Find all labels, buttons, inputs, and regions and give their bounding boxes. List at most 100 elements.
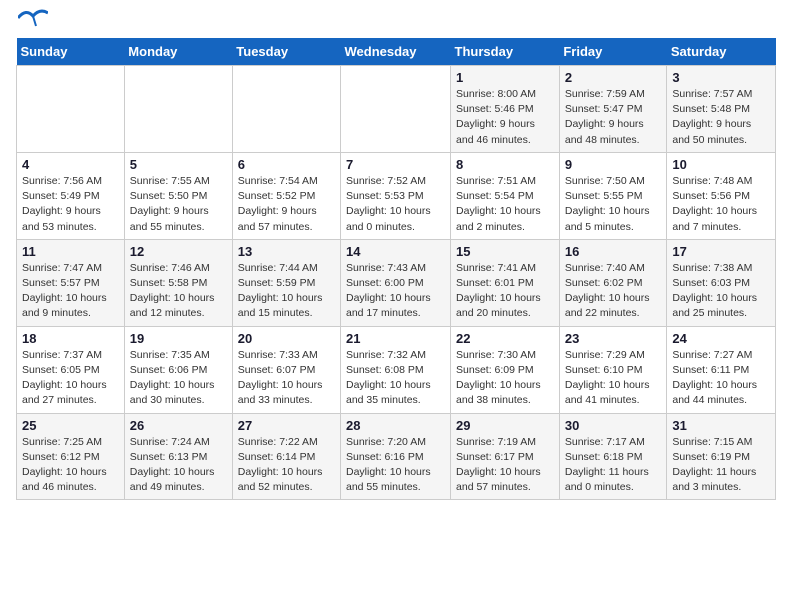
day-number: 10: [672, 157, 770, 172]
day-number: 25: [22, 418, 119, 433]
day-info: Sunrise: 7:57 AMSunset: 5:48 PMDaylight:…: [672, 87, 770, 148]
logo: [16, 16, 48, 28]
calendar-cell: 2 Sunrise: 7:59 AMSunset: 5:47 PMDaylight…: [559, 66, 667, 153]
calendar-table: SundayMondayTuesdayWednesdayThursdayFrid…: [16, 38, 776, 500]
calendar-week-1: 1 Sunrise: 8:00 AMSunset: 5:46 PMDaylight…: [17, 66, 776, 153]
day-number: 6: [238, 157, 335, 172]
day-number: 8: [456, 157, 554, 172]
day-number: 4: [22, 157, 119, 172]
day-number: 24: [672, 331, 770, 346]
day-info: Sunrise: 7:50 AMSunset: 5:55 PMDaylight:…: [565, 174, 662, 235]
day-info: Sunrise: 7:24 AMSunset: 6:13 PMDaylight:…: [130, 435, 227, 496]
calendar-cell: 5Sunrise: 7:55 AMSunset: 5:50 PMDaylight…: [124, 152, 232, 239]
day-info: Sunrise: 7:40 AMSunset: 6:02 PMDaylight:…: [565, 261, 662, 322]
day-info: Sunrise: 7:59 AMSunset: 5:47 PMDaylight:…: [565, 87, 662, 148]
day-info: Sunrise: 7:51 AMSunset: 5:54 PMDaylight:…: [456, 174, 554, 235]
calendar-cell: [17, 66, 125, 153]
day-info: Sunrise: 7:52 AMSunset: 5:53 PMDaylight:…: [346, 174, 445, 235]
day-info: Sunrise: 7:38 AMSunset: 6:03 PMDaylight:…: [672, 261, 770, 322]
day-info: Sunrise: 8:00 AMSunset: 5:46 PMDaylight:…: [456, 87, 554, 148]
day-info: Sunrise: 7:44 AMSunset: 5:59 PMDaylight:…: [238, 261, 335, 322]
calendar-cell: 29 Sunrise: 7:19 AMSunset: 6:17 PMDayligh…: [451, 413, 560, 500]
calendar-cell: 25 Sunrise: 7:25 AMSunset: 6:12 PMDayligh…: [17, 413, 125, 500]
day-number: 22: [456, 331, 554, 346]
day-number: 17: [672, 244, 770, 259]
calendar-cell: 22 Sunrise: 7:30 AMSunset: 6:09 PMDayligh…: [451, 326, 560, 413]
day-number: 28: [346, 418, 445, 433]
day-info: Sunrise: 7:32 AMSunset: 6:08 PMDaylight:…: [346, 348, 445, 409]
calendar-week-2: 4 Sunrise: 7:56 AMSunset: 5:49 PMDaylight…: [17, 152, 776, 239]
column-header-wednesday: Wednesday: [341, 38, 451, 66]
column-header-thursday: Thursday: [451, 38, 560, 66]
day-info: Sunrise: 7:30 AMSunset: 6:09 PMDaylight:…: [456, 348, 554, 409]
column-header-tuesday: Tuesday: [232, 38, 340, 66]
calendar-header: SundayMondayTuesdayWednesdayThursdayFrid…: [17, 38, 776, 66]
calendar-cell: 17 Sunrise: 7:38 AMSunset: 6:03 PMDayligh…: [667, 239, 776, 326]
day-number: 12: [130, 244, 227, 259]
day-info: Sunrise: 7:33 AMSunset: 6:07 PMDaylight:…: [238, 348, 335, 409]
day-number: 3: [672, 70, 770, 85]
day-number: 30: [565, 418, 662, 433]
calendar-cell: 7 Sunrise: 7:52 AMSunset: 5:53 PMDaylight…: [341, 152, 451, 239]
column-header-friday: Friday: [559, 38, 667, 66]
column-header-monday: Monday: [124, 38, 232, 66]
day-info: Sunrise: 7:19 AMSunset: 6:17 PMDaylight:…: [456, 435, 554, 496]
day-info: Sunrise: 7:41 AMSunset: 6:01 PMDaylight:…: [456, 261, 554, 322]
day-info: Sunrise: 7:27 AMSunset: 6:11 PMDaylight:…: [672, 348, 770, 409]
day-number: 5: [130, 157, 227, 172]
day-number: 31: [672, 418, 770, 433]
calendar-cell: 1 Sunrise: 8:00 AMSunset: 5:46 PMDaylight…: [451, 66, 560, 153]
calendar-cell: 26Sunrise: 7:24 AMSunset: 6:13 PMDayligh…: [124, 413, 232, 500]
logo-icon: [18, 8, 48, 28]
calendar-week-3: 11Sunrise: 7:47 AMSunset: 5:57 PMDayligh…: [17, 239, 776, 326]
day-info: Sunrise: 7:46 AMSunset: 5:58 PMDaylight:…: [130, 261, 227, 322]
calendar-cell: 24 Sunrise: 7:27 AMSunset: 6:11 PMDayligh…: [667, 326, 776, 413]
calendar-cell: 10 Sunrise: 7:48 AMSunset: 5:56 PMDayligh…: [667, 152, 776, 239]
calendar-cell: [232, 66, 340, 153]
day-info: Sunrise: 7:35 AMSunset: 6:06 PMDaylight:…: [130, 348, 227, 409]
calendar-cell: 8 Sunrise: 7:51 AMSunset: 5:54 PMDaylight…: [451, 152, 560, 239]
day-number: 9: [565, 157, 662, 172]
calendar-cell: 18Sunrise: 7:37 AMSunset: 6:05 PMDayligh…: [17, 326, 125, 413]
day-number: 23: [565, 331, 662, 346]
calendar-cell: 13 Sunrise: 7:44 AMSunset: 5:59 PMDayligh…: [232, 239, 340, 326]
calendar-cell: 28 Sunrise: 7:20 AMSunset: 6:16 PMDayligh…: [341, 413, 451, 500]
day-number: 29: [456, 418, 554, 433]
day-info: Sunrise: 7:17 AMSunset: 6:18 PMDaylight:…: [565, 435, 662, 496]
day-info: Sunrise: 7:15 AMSunset: 6:19 PMDaylight:…: [672, 435, 770, 496]
column-header-saturday: Saturday: [667, 38, 776, 66]
calendar-week-4: 18Sunrise: 7:37 AMSunset: 6:05 PMDayligh…: [17, 326, 776, 413]
day-info: Sunrise: 7:56 AMSunset: 5:49 PMDaylight:…: [22, 174, 119, 235]
calendar-cell: 23 Sunrise: 7:29 AMSunset: 6:10 PMDayligh…: [559, 326, 667, 413]
day-number: 18: [22, 331, 119, 346]
calendar-cell: 12 Sunrise: 7:46 AMSunset: 5:58 PMDayligh…: [124, 239, 232, 326]
calendar-cell: [341, 66, 451, 153]
calendar-cell: 30 Sunrise: 7:17 AMSunset: 6:18 PMDayligh…: [559, 413, 667, 500]
day-info: Sunrise: 7:29 AMSunset: 6:10 PMDaylight:…: [565, 348, 662, 409]
day-info: Sunrise: 7:54 AMSunset: 5:52 PMDaylight:…: [238, 174, 335, 235]
calendar-cell: 31 Sunrise: 7:15 AMSunset: 6:19 PMDayligh…: [667, 413, 776, 500]
day-number: 27: [238, 418, 335, 433]
day-info: Sunrise: 7:48 AMSunset: 5:56 PMDaylight:…: [672, 174, 770, 235]
day-number: 20: [238, 331, 335, 346]
day-info: Sunrise: 7:43 AMSunset: 6:00 PMDaylight:…: [346, 261, 445, 322]
calendar-cell: 19Sunrise: 7:35 AMSunset: 6:06 PMDayligh…: [124, 326, 232, 413]
column-header-sunday: Sunday: [17, 38, 125, 66]
calendar-cell: 20 Sunrise: 7:33 AMSunset: 6:07 PMDayligh…: [232, 326, 340, 413]
day-info: Sunrise: 7:25 AMSunset: 6:12 PMDaylight:…: [22, 435, 119, 496]
day-info: Sunrise: 7:47 AMSunset: 5:57 PMDaylight:…: [22, 261, 119, 322]
day-number: 7: [346, 157, 445, 172]
page-header: [16, 16, 776, 28]
calendar-cell: 27Sunrise: 7:22 AMSunset: 6:14 PMDayligh…: [232, 413, 340, 500]
day-info: Sunrise: 7:20 AMSunset: 6:16 PMDaylight:…: [346, 435, 445, 496]
day-number: 21: [346, 331, 445, 346]
calendar-cell: 9 Sunrise: 7:50 AMSunset: 5:55 PMDaylight…: [559, 152, 667, 239]
calendar-cell: 16Sunrise: 7:40 AMSunset: 6:02 PMDayligh…: [559, 239, 667, 326]
day-number: 2: [565, 70, 662, 85]
day-number: 1: [456, 70, 554, 85]
calendar-cell: 14Sunrise: 7:43 AMSunset: 6:00 PMDayligh…: [341, 239, 451, 326]
calendar-cell: 4 Sunrise: 7:56 AMSunset: 5:49 PMDaylight…: [17, 152, 125, 239]
day-number: 13: [238, 244, 335, 259]
day-number: 15: [456, 244, 554, 259]
calendar-body: 1 Sunrise: 8:00 AMSunset: 5:46 PMDaylight…: [17, 66, 776, 500]
